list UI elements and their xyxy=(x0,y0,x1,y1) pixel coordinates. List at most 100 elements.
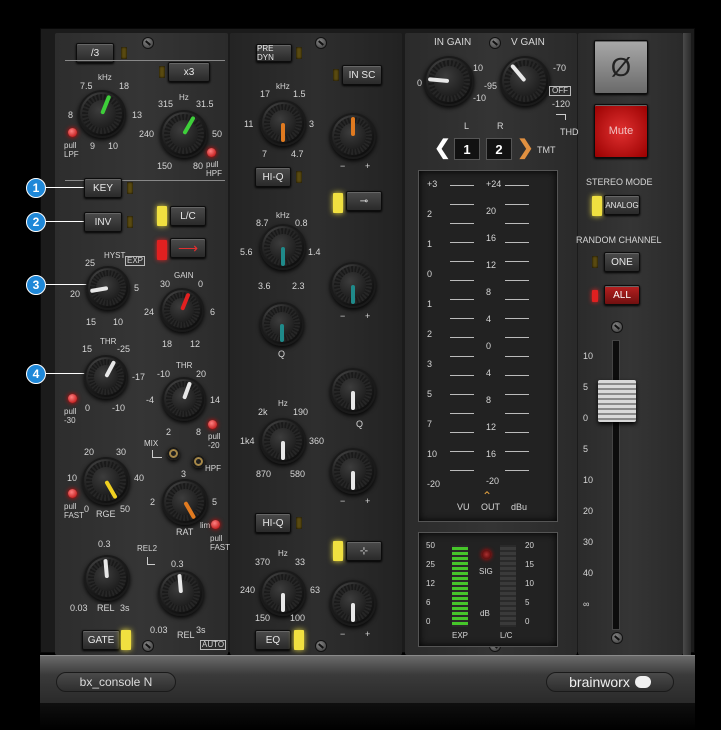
lmf-tick-580: 580 xyxy=(290,469,306,479)
lf-shelf-button[interactable]: ⊹ xyxy=(346,541,382,561)
hi-q-button-2[interactable]: HI-Q xyxy=(255,513,291,533)
knob-pointer xyxy=(351,391,355,410)
gate-threshold-knob[interactable] xyxy=(84,355,128,399)
pre-dyn-button[interactable]: PRE DYN xyxy=(256,44,292,62)
vu-tick-mark xyxy=(505,432,529,433)
lf-gain-knob[interactable] xyxy=(330,580,376,626)
random-all-button[interactable]: ALL xyxy=(604,285,640,305)
hmf-tick-8-7: 8.7 xyxy=(256,218,269,228)
knob-pointer xyxy=(509,63,527,83)
lf-tick-150: 150 xyxy=(255,613,271,623)
vu-tick-mark xyxy=(450,280,474,281)
inv-button[interactable]: INV xyxy=(84,212,122,232)
hmf-q-knob[interactable] xyxy=(260,302,304,346)
sidechain-arrow-button[interactable]: ⟶ xyxy=(170,238,206,258)
stereo-mode-button[interactable]: ANALOG xyxy=(604,195,640,215)
random-one-button[interactable]: ONE xyxy=(604,252,640,272)
phase-invert-button[interactable]: Ø xyxy=(594,40,648,94)
channel-1-display[interactable]: 1 xyxy=(454,138,480,160)
mute-button[interactable]: Mute xyxy=(594,104,648,158)
vu-right-tick: 16 xyxy=(486,233,497,243)
gain-tick-24: 24 xyxy=(144,307,155,317)
knob-pointer xyxy=(281,247,285,266)
auto-label: AUTO xyxy=(200,640,227,650)
v-gain-knob[interactable] xyxy=(500,56,550,106)
hmf-tick-2-3: 2.3 xyxy=(292,281,305,291)
random-one-led xyxy=(592,256,598,268)
gain-knob[interactable] xyxy=(160,288,204,332)
vu-tick-mark xyxy=(450,375,474,376)
knob-pointer xyxy=(427,77,450,83)
range-knob[interactable] xyxy=(82,457,130,505)
hmf-gain-plus: + xyxy=(365,311,371,321)
out-indicator-icon: ⌃ xyxy=(482,489,493,503)
lpf-knob[interactable] xyxy=(78,90,126,138)
comp-threshold-knob[interactable] xyxy=(162,377,206,421)
hf-freq-knob[interactable] xyxy=(260,100,306,146)
lf-unit: Hz xyxy=(278,549,288,558)
in-sc-button[interactable]: IN SC xyxy=(342,65,382,85)
gr-right-tick: 10 xyxy=(525,579,534,588)
chevron-right-icon[interactable]: ❯ xyxy=(517,138,534,158)
release-knob[interactable] xyxy=(84,555,130,601)
hmf-freq-knob[interactable] xyxy=(260,224,306,270)
lmf-tick-190: 190 xyxy=(293,407,309,417)
lc-led xyxy=(157,206,167,226)
screw-icon xyxy=(612,633,622,643)
hmf-gain-minus: − xyxy=(340,311,346,321)
lf-minus: − xyxy=(340,629,346,639)
channel-2-display[interactable]: 2 xyxy=(486,138,512,160)
lmf-plus: + xyxy=(365,496,371,506)
hpf-knob[interactable] xyxy=(160,110,208,158)
screw-icon xyxy=(612,322,622,332)
gr-left-tick: 0 xyxy=(426,617,431,626)
phase-icon: Ø xyxy=(610,51,632,82)
gr-left-tick: 12 xyxy=(426,579,435,588)
x3-button[interactable]: x3 xyxy=(168,62,210,82)
gr-right-tick: 0 xyxy=(525,617,530,626)
lmf-gain-knob[interactable] xyxy=(330,368,376,414)
lmf-freq-knob[interactable] xyxy=(260,418,306,464)
input-gain-knob[interactable] xyxy=(424,56,474,106)
pull-hpf-label: pull HPF xyxy=(206,160,222,178)
fader-handle[interactable] xyxy=(598,380,636,422)
chevron-left-icon[interactable]: ❮ xyxy=(434,138,451,158)
gr-right-tick: 20 xyxy=(525,541,534,550)
hpf-unit: Hz xyxy=(179,93,189,102)
key-button[interactable]: KEY xyxy=(84,178,122,198)
lc-button[interactable]: L/C xyxy=(170,206,206,226)
hf-shelf-button[interactable]: ⊸ xyxy=(346,191,382,211)
brainworx-logo-icon xyxy=(634,676,651,688)
vu-left-tick: 10 xyxy=(427,449,438,459)
vu-tick-mark xyxy=(505,375,529,376)
vu-tick-mark xyxy=(450,337,474,338)
mix-trim[interactable] xyxy=(167,447,180,460)
divide-by-3-led xyxy=(121,47,127,59)
rel-label: REL xyxy=(97,603,115,613)
vu-tick-mark xyxy=(450,470,474,471)
thr-tick-m25: -25 xyxy=(117,344,131,354)
eq-button[interactable]: EQ xyxy=(255,630,291,650)
hi-q-button-1[interactable]: HI-Q xyxy=(255,167,291,187)
lmf-q-knob[interactable] xyxy=(330,448,376,494)
hf-gain-knob[interactable] xyxy=(330,113,376,159)
knob-pointer xyxy=(180,292,191,311)
release2-knob[interactable] xyxy=(158,570,204,616)
gate-button[interactable]: GATE xyxy=(82,630,120,650)
product-badge: bx_console N xyxy=(56,672,176,692)
hysteresis-knob[interactable] xyxy=(86,266,130,310)
hpf-trim[interactable] xyxy=(192,455,205,468)
sig-label: SIG xyxy=(479,567,493,576)
lf-tick-63: 63 xyxy=(310,585,321,595)
lf-freq-knob[interactable] xyxy=(260,570,306,616)
ratio-knob[interactable] xyxy=(162,479,208,525)
thr2-tick-14: 14 xyxy=(210,395,221,405)
thr2-tick-2: 2 xyxy=(166,427,172,437)
vu-left-tick: 1 xyxy=(427,239,433,249)
thr2-label: THR xyxy=(176,361,193,370)
hmf-gain-knob[interactable] xyxy=(330,262,376,308)
hf-gain-plus: + xyxy=(365,161,371,171)
vu-right-tick: 20 xyxy=(486,206,497,216)
knob-pointer xyxy=(104,480,118,500)
lf-tick-100: 100 xyxy=(290,613,306,623)
